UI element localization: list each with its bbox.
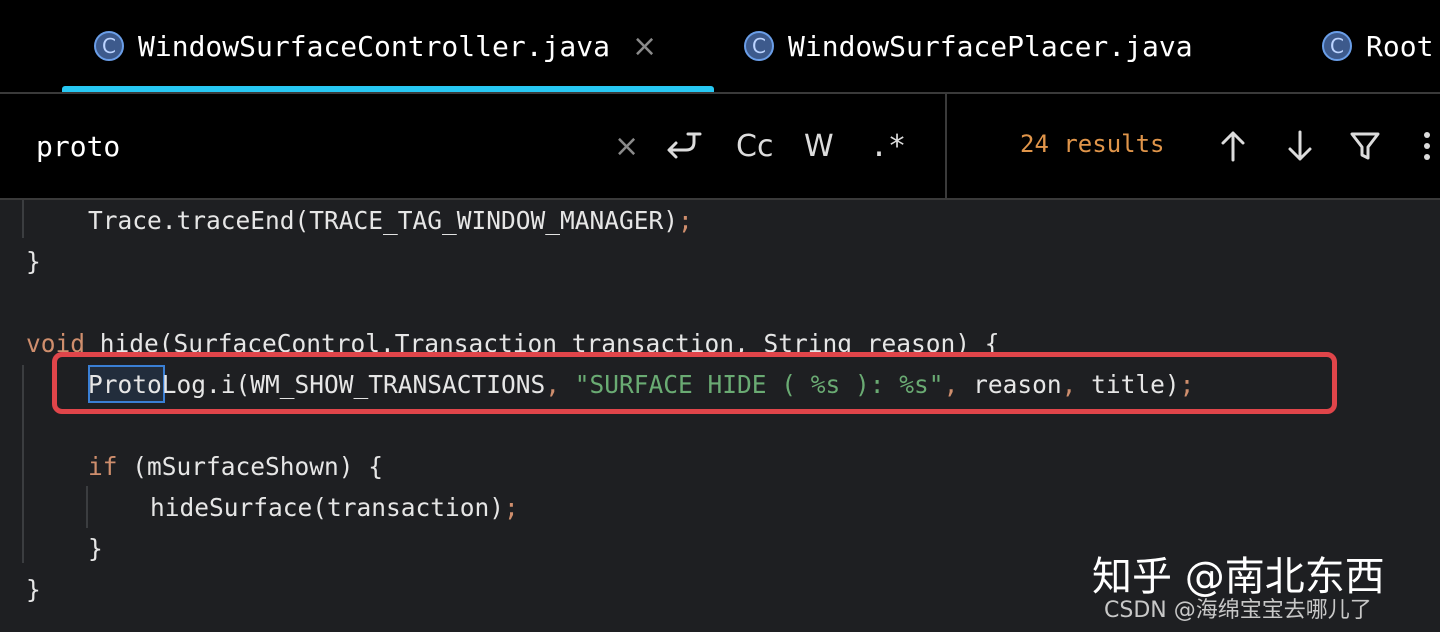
indent-guide [86,486,88,528]
class-icon: C [1322,31,1352,61]
csdn-watermark: CSDN @海绵宝宝去哪儿了 [1104,598,1372,623]
code-line: } [26,575,41,604]
tab-label: WindowSurfaceController.java [138,29,611,63]
tab-label: WindowSurfacePlacer.java [788,29,1193,63]
whole-word-button[interactable]: W [804,124,834,168]
filter-icon[interactable] [1349,124,1381,168]
next-match-icon[interactable] [1285,124,1315,168]
tab-window-surface-controller[interactable]: C WindowSurfaceController.java × [94,0,657,92]
find-bar: × Cc W .* 24 results [0,94,1440,198]
replace-toggle-icon[interactable] [664,124,702,168]
regex-button[interactable]: .* [870,124,906,168]
annotation-highlight-box [52,352,1337,414]
indent-guide [22,200,24,238]
tab-window-surface-placer[interactable]: C WindowSurfacePlacer.java [744,0,1193,92]
more-options-icon[interactable] [1420,124,1434,168]
class-icon: C [94,31,124,61]
code-line: } [88,534,103,563]
code-line: if (mSurfaceShown) { [88,452,384,481]
class-icon: C [744,31,774,61]
code-line: } [26,247,41,276]
tab-label: Root [1366,29,1434,63]
indent-guide [22,365,24,563]
code-line: Trace.traceEnd(TRACE_TAG_WINDOW_MANAGER)… [88,206,693,235]
divider [945,94,947,198]
tab-root[interactable]: C Root [1322,0,1433,92]
editor-tab-bar: C WindowSurfaceController.java × C Windo… [0,0,1440,92]
code-line: hideSurface(transaction); [150,493,519,522]
close-icon[interactable]: × [632,29,657,64]
match-case-button[interactable]: Cc [736,124,773,168]
results-count: 24 results [1020,130,1165,158]
previous-match-icon[interactable] [1218,124,1248,168]
search-input[interactable] [36,124,576,168]
clear-search-icon[interactable]: × [614,124,639,168]
